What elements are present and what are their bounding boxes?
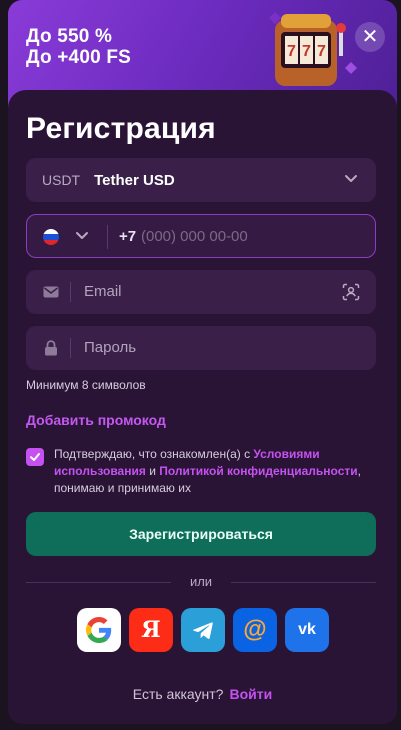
- page-title: Регистрация: [26, 112, 216, 145]
- phone-field: +7 (000) 000 00-00: [26, 214, 376, 258]
- social-login-row: Я @ vk: [77, 608, 329, 652]
- lock-icon: [45, 340, 57, 356]
- currency-code: USDT: [42, 172, 81, 188]
- svg-text:7: 7: [317, 43, 326, 60]
- promo-line-1: До 550 %: [26, 26, 113, 47]
- password-hint: Минимум 8 символов: [26, 378, 146, 392]
- chevron-down-icon: [345, 175, 357, 182]
- registration-modal: До 550 % До +400 FS 7 7 7 ✕ Регистрация …: [8, 0, 397, 724]
- yandex-icon: Я: [141, 617, 161, 643]
- promo-text: До 550 % До +400 FS: [26, 26, 131, 68]
- mail-icon: [43, 286, 59, 298]
- currency-select[interactable]: USDT Tether USD: [26, 158, 376, 202]
- terms-text-before: Подтверждаю, что ознакомлен(а) с: [54, 447, 254, 461]
- terms-text-and: и: [145, 464, 160, 478]
- register-button[interactable]: Зарегистрироваться: [26, 512, 376, 556]
- svg-text:7: 7: [287, 43, 296, 60]
- russia-flag-icon[interactable]: [43, 229, 59, 245]
- country-chevron-down-icon[interactable]: [75, 229, 89, 243]
- password-field[interactable]: Пароль: [26, 326, 376, 370]
- vk-icon: vk: [298, 621, 316, 638]
- mailru-login-button[interactable]: @: [233, 608, 277, 652]
- terms-checkbox[interactable]: [26, 448, 44, 466]
- or-line-right: [231, 582, 376, 583]
- face-scan-icon[interactable]: [342, 283, 360, 301]
- registration-card: Регистрация USDT Tether USD +7 (000) 000…: [8, 90, 397, 724]
- privacy-policy-link[interactable]: Политикой конфиденциальности: [159, 464, 357, 478]
- google-login-button[interactable]: [77, 608, 121, 652]
- login-prompt: Есть аккаунт? Войти: [8, 686, 397, 702]
- email-divider: [70, 282, 71, 302]
- add-promocode-link[interactable]: Добавить промокод: [26, 412, 166, 428]
- email-input[interactable]: Email: [84, 283, 122, 300]
- close-icon: ✕: [361, 26, 379, 48]
- slot-machine-icon: 7 7 7: [269, 12, 357, 86]
- close-button[interactable]: ✕: [355, 22, 385, 52]
- vk-login-button[interactable]: vk: [285, 608, 329, 652]
- phone-divider: [107, 225, 108, 249]
- checkmark-icon: [30, 453, 40, 461]
- telegram-login-button[interactable]: [181, 608, 225, 652]
- or-separator: или: [26, 574, 376, 592]
- svg-text:7: 7: [302, 43, 311, 60]
- yandex-login-button[interactable]: Я: [129, 608, 173, 652]
- password-divider: [70, 338, 71, 358]
- email-field[interactable]: Email: [26, 270, 376, 314]
- currency-name: Tether USD: [94, 171, 175, 189]
- phone-prefix: +7: [119, 228, 137, 245]
- login-link[interactable]: Войти: [229, 686, 272, 702]
- phone-input[interactable]: (000) 000 00-00: [141, 228, 248, 245]
- terms-text: Подтверждаю, что ознакомлен(а) с Условия…: [54, 446, 374, 497]
- login-question: Есть аккаунт?: [132, 686, 224, 702]
- mailru-icon: @: [243, 616, 267, 643]
- telegram-icon: [193, 622, 213, 639]
- google-icon: [86, 617, 112, 643]
- promo-line-2: До +400 FS: [26, 47, 132, 68]
- password-input[interactable]: Пароль: [84, 339, 136, 356]
